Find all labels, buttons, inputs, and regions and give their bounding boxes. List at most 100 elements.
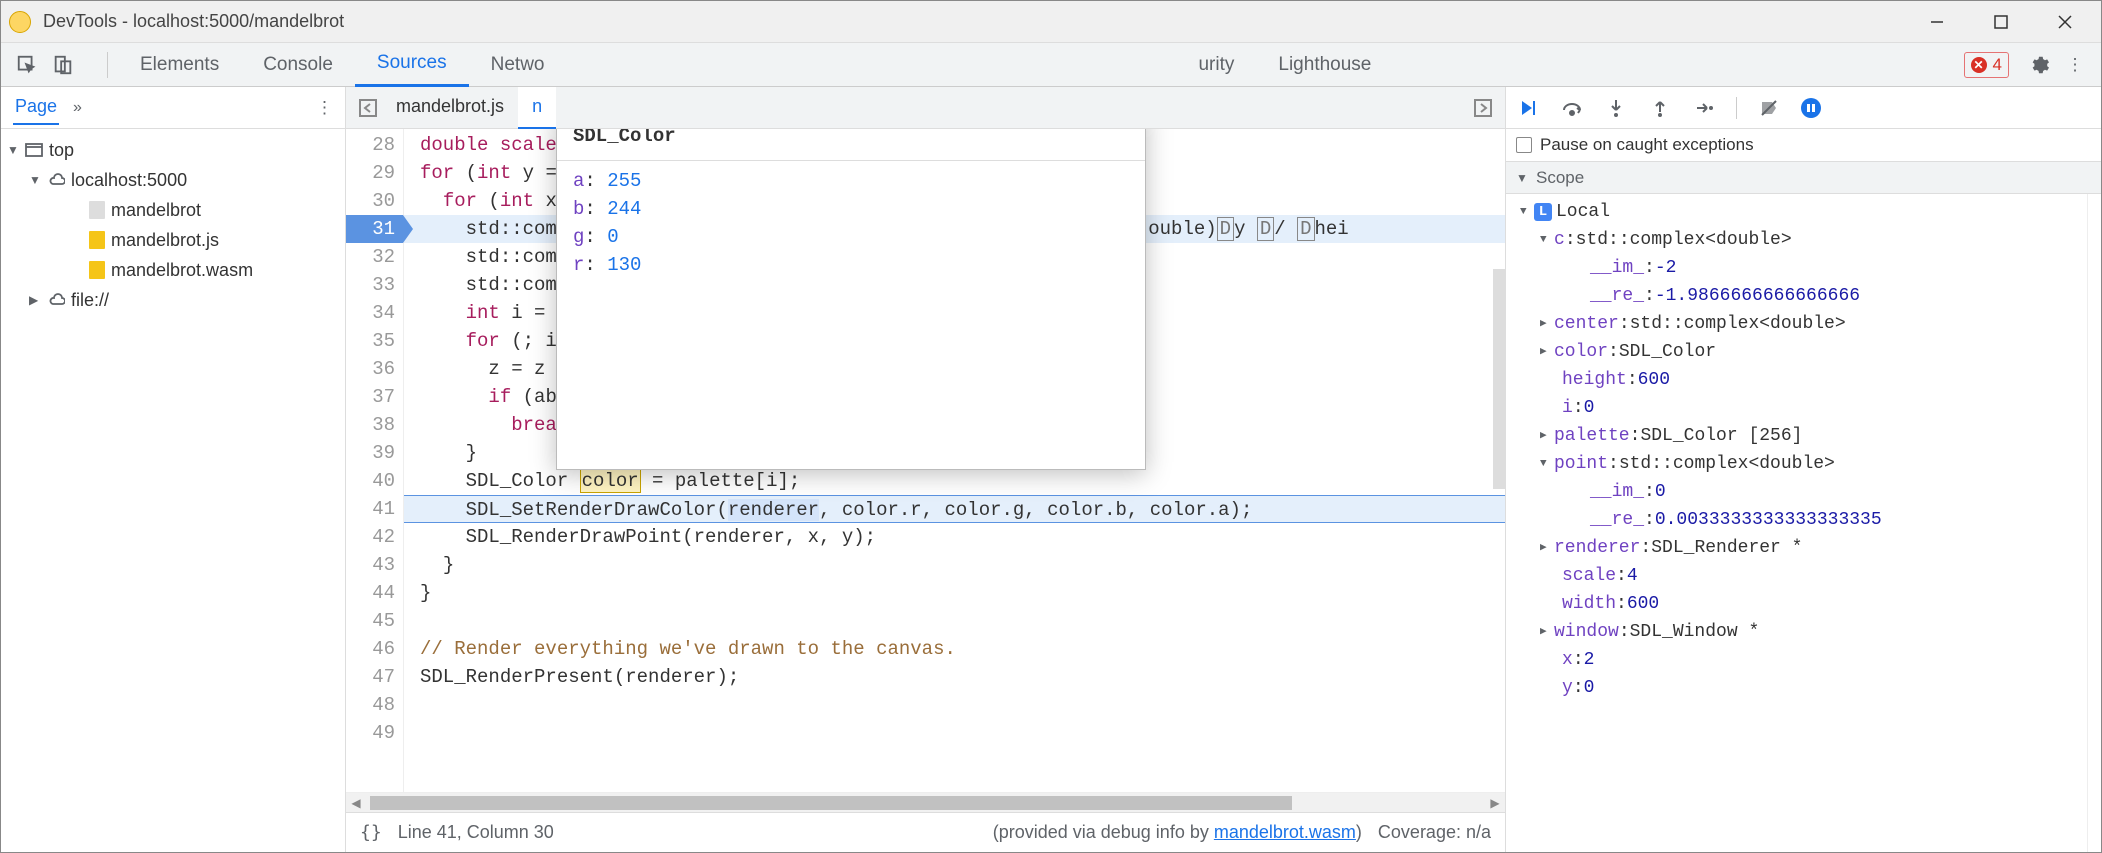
scope-var-point[interactable]: ▼point: std::complex<double> [1514,450,2101,478]
tab-elements[interactable]: Elements [118,43,241,87]
device-toolbar-icon[interactable] [49,51,77,79]
pause-caught-checkbox[interactable] [1516,137,1532,153]
tooltip-value: 244 [607,198,641,220]
scope-var-height[interactable]: height: 600 [1514,366,2101,394]
tab-console[interactable]: Console [241,43,355,87]
tab-lighthouse[interactable]: Lighthouse [1256,43,1393,87]
window-controls [1917,7,2085,37]
navigator-tab-page[interactable]: Page [13,90,59,125]
step-over-icon[interactable] [1560,96,1584,120]
code-text: x [534,190,557,212]
step-out-icon[interactable] [1648,96,1672,120]
code-text: double scale [420,134,568,156]
script-icon [89,261,105,279]
nav-expand-icon[interactable] [1469,99,1497,117]
scope-var-width[interactable]: width: 600 [1514,590,2101,618]
line-gutter[interactable]: 2829303132333435363738394041424344454647… [346,129,404,792]
code-text: SDL_SetRenderDrawColor( [466,499,728,521]
tooltip-key: a [573,170,584,192]
navigator-menu-icon[interactable]: ⋮ [316,98,333,118]
file-tab-active[interactable]: n [518,87,556,129]
inspect-element-icon[interactable] [13,51,41,79]
scope-section-header[interactable]: ▼Scope [1506,162,2101,194]
error-count: 4 [1993,55,2002,75]
coverage-status: Coverage: n/a [1378,822,1491,843]
window-title: DevTools - localhost:5000/mandelbrot [43,11,1917,32]
pause-on-exceptions-icon[interactable] [1801,98,1821,118]
scope-var-c-im[interactable]: __im_: -2 [1514,254,2101,282]
cursor-position: Line 41, Column 30 [398,822,554,843]
settings-gear-icon[interactable] [2025,51,2053,79]
scope-var-point-im[interactable]: __im_: 0 [1514,478,2101,506]
editor-horizontal-scrollbar[interactable]: ◀ ▶ [346,792,1505,812]
tree-file-mandelbrot-wasm[interactable]: mandelbrot.wasm [1,255,345,285]
debug-info-source: (provided via debug info by mandelbrot.w… [993,822,1362,843]
var-value: std::complex<double> [1576,226,1792,254]
hover-variable[interactable]: color [580,469,641,493]
braces-icon[interactable]: {} [360,822,382,843]
scope-var-center[interactable]: ▶center: std::complex<double> [1514,310,2101,338]
error-badge[interactable]: ✕4 [1964,52,2009,78]
debug-info-link[interactable]: mandelbrot.wasm [1214,822,1356,842]
more-menu-icon[interactable]: ⋮ [2061,51,2089,79]
scrollbar-thumb[interactable] [370,796,1292,810]
tab-network[interactable]: Netwo [469,43,567,87]
nav-collapse-icon[interactable] [354,99,382,117]
panel-tab-bar: Elements Console Sources Netwo urity Lig… [1,43,2101,87]
var-value: std::complex<double> [1630,310,1846,338]
scope-var-renderer[interactable]: ▶renderer: SDL_Renderer * [1514,534,2101,562]
minimize-button[interactable] [1917,7,1957,37]
scope-var-i[interactable]: i: 0 [1514,394,2101,422]
tree-file-scheme[interactable]: ▶file:// [1,285,345,315]
scope-var-y[interactable]: y: 0 [1514,674,2101,702]
debugger-sidebar: Pause on caught exceptions ▼Scope ▼LLoca… [1506,87,2101,852]
code-editor[interactable]: 2829303132333435363738394041424344454647… [346,129,1505,792]
tree-file-mandelbrot-js[interactable]: mandelbrot.js [1,225,345,255]
tree-file-mandelbrot[interactable]: mandelbrot [1,195,345,225]
scope-var-color[interactable]: ▶color: SDL_Color [1514,338,2101,366]
scope-var-palette[interactable]: ▶palette: SDL_Color [256] [1514,422,2101,450]
close-button[interactable] [2045,7,2085,37]
local-badge-icon: L [1534,203,1552,221]
maximize-button[interactable] [1981,7,2021,37]
step-icon[interactable] [1692,96,1716,120]
scope-var-window[interactable]: ▶window: SDL_Window * [1514,618,2101,646]
divider [107,52,108,78]
tooltip-key: g [573,226,584,248]
step-into-icon[interactable] [1604,96,1628,120]
tooltip-value: 255 [607,170,641,192]
tree-top[interactable]: ▼top [1,135,345,165]
code-text: for [443,190,477,212]
tab-security[interactable]: urity [1176,43,1256,87]
var-value: 600 [1627,590,1659,618]
document-icon [89,201,105,219]
scope-var-c-re[interactable]: __re_: -1.9866666666666666 [1514,282,2101,310]
code-text: (; i [500,330,557,352]
tree-host[interactable]: ▼localhost:5000 [1,165,345,195]
scope-vertical-scrollbar[interactable] [2087,194,2101,852]
scope-var-c[interactable]: ▼c: std::complex<double> [1514,226,2101,254]
scope-var-x[interactable]: x: 2 [1514,646,2101,674]
code-text: int [466,302,500,324]
scope-var-point-re[interactable]: __re_: 0.0033333333333333335 [1514,506,2101,534]
code-text: SDL_RenderDrawPoint(renderer, x, y); [466,526,876,548]
tab-sources[interactable]: Sources [355,43,469,87]
resume-icon[interactable] [1516,96,1540,120]
navigator-more-tabs-icon[interactable]: » [73,99,82,117]
code-text: = palette[i]; [641,470,801,492]
var-value: -2 [1655,254,1677,282]
deactivate-breakpoints-icon[interactable] [1757,96,1781,120]
editor-tab-bar: mandelbrot.js n [346,87,1505,129]
cloud-icon [47,171,65,189]
scope-var-scale[interactable]: scale: 4 [1514,562,2101,590]
script-icon [89,231,105,249]
scope-local[interactable]: ▼LLocal [1514,198,2101,226]
code-text: / [1274,218,1297,240]
code-text: hei [1315,218,1349,240]
navigator-header: Page » ⋮ [1,87,345,129]
file-tab-mandelbrot-js[interactable]: mandelbrot.js [382,87,518,129]
editor-vertical-scrollbar[interactable] [1493,269,1505,489]
tooltip-body: a: 255 b: 244 g: 0 r: 130 [557,161,1145,469]
pause-exceptions-row[interactable]: Pause on caught exceptions [1506,129,2101,162]
code-text: } [443,554,454,576]
